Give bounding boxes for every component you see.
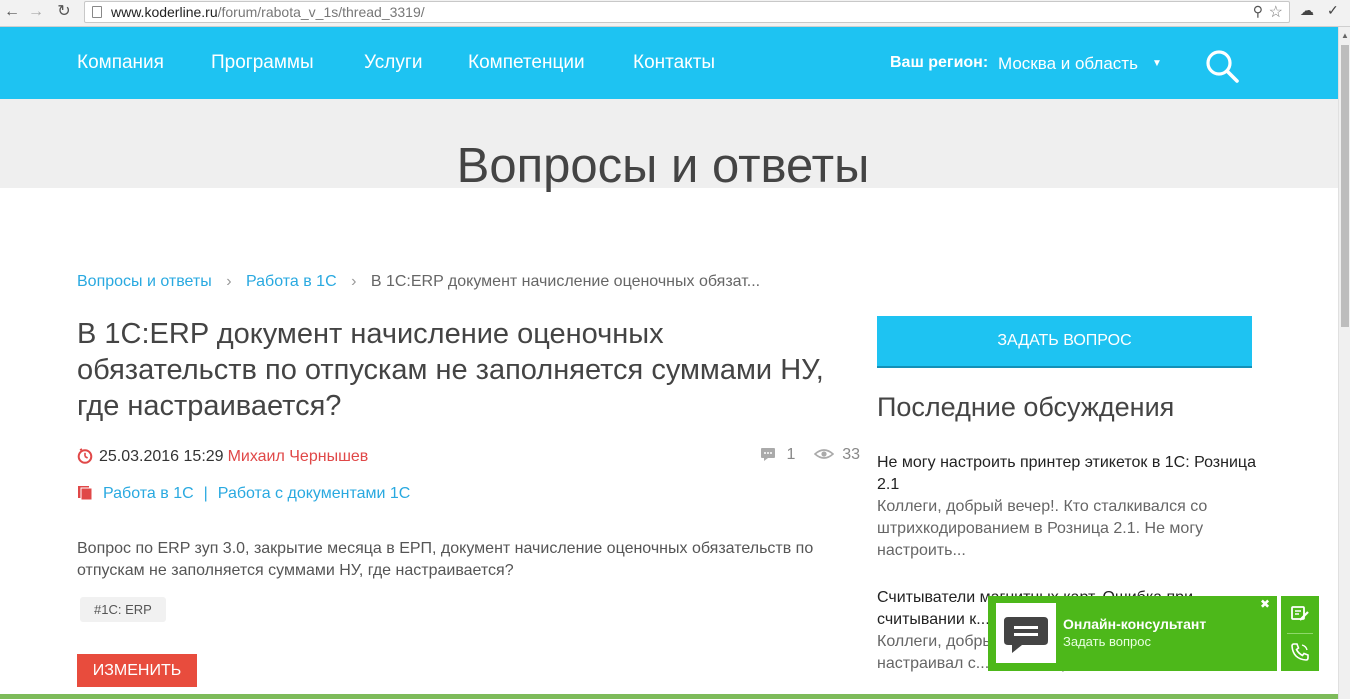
question-datetime: 25.03.2016 15:29 [99, 448, 224, 465]
page-bottom-strip [0, 694, 1338, 699]
category-link-work-1c[interactable]: Работа в 1С [103, 485, 194, 502]
page-hero: Вопросы и ответы [0, 99, 1338, 193]
write-message-icon[interactable] [1290, 604, 1310, 624]
list-item: Не могу настроить принтер этикеток в 1С:… [877, 452, 1257, 562]
top-navigation: Компания Программы Услуги Компетенции Ко… [0, 27, 1338, 99]
category-link-documents-1c[interactable]: Работа с документами 1С [218, 485, 411, 502]
question-meta: 25.03.2016 15:29 Михаил Чернышев [77, 448, 368, 466]
question-title: В 1С:ERP документ начисление оценочных о… [77, 318, 824, 422]
search-icon[interactable] [1205, 49, 1239, 83]
checkmark-icon[interactable]: ✓ [1327, 2, 1339, 19]
scroll-up-icon[interactable]: ▲ [1341, 31, 1349, 40]
scroll-thumb[interactable] [1341, 45, 1349, 327]
page-scrollbar[interactable]: ▲ [1338, 27, 1350, 699]
panel-divider [1287, 633, 1313, 634]
bookmark-star-icon[interactable]: ☆ [1269, 2, 1283, 22]
tag-chip[interactable]: #1С: ERP [80, 597, 166, 622]
page-title: Вопросы и ответы [456, 138, 870, 193]
forward-icon[interactable]: → [26, 2, 46, 22]
recent-discussions-title: Последние обсуждения [877, 392, 1175, 422]
region-selector[interactable]: Москва и область [998, 54, 1138, 74]
page-icon [92, 6, 102, 18]
zoom-icon[interactable]: ⚲ [1253, 3, 1263, 20]
caret-down-icon[interactable]: ▼ [1152, 58, 1162, 69]
back-icon[interactable]: ← [2, 2, 22, 22]
breadcrumb: Вопросы и ответы › Работа в 1С › В 1С:ER… [77, 273, 760, 291]
chevron-right-icon: › [226, 273, 232, 290]
chevron-right-icon: › [351, 273, 357, 290]
discussion-title[interactable]: Не могу настроить принтер этикеток в 1С:… [877, 452, 1257, 496]
category-separator: | [203, 485, 208, 502]
clock-icon [77, 448, 93, 464]
question-categories: Работа в 1С | Работа с документами 1С [77, 485, 410, 503]
question-author[interactable]: Михаил Чернышев [228, 448, 369, 465]
eye-icon [813, 449, 835, 459]
consultant-side-panel [1281, 596, 1319, 671]
browser-toolbar: ← → ↻ www.koderline.ru/forum/rabota_v_1s… [0, 0, 1350, 27]
reload-icon[interactable]: ↻ [54, 2, 74, 22]
close-icon[interactable]: ✖ [1260, 597, 1270, 611]
nav-item-company[interactable]: Компания [77, 52, 164, 74]
ask-question-button[interactable]: ЗАДАТЬ ВОПРОС [877, 316, 1252, 366]
comment-icon [761, 448, 775, 461]
region-label: Ваш регион: [890, 54, 989, 71]
breadcrumb-current: В 1С:ERP документ начисление оценочных о… [370, 273, 761, 290]
consultant-avatar [996, 603, 1056, 663]
question-body: Вопрос по ERP зуп 3.0, закрытие месяца в… [77, 540, 814, 579]
consultant-subtitle[interactable]: Задать вопрос [1063, 634, 1151, 649]
chat-bubble-icon [1004, 617, 1048, 653]
discussion-excerpt: Коллеги, добрый вечер!. Кто сталкивался … [877, 498, 1208, 559]
nav-item-competencies[interactable]: Компетенции [468, 52, 585, 74]
question-counters: 1 33 [760, 446, 860, 464]
url-text: www.koderline.ru/forum/rabota_v_1s/threa… [111, 4, 425, 20]
phone-icon[interactable] [1290, 642, 1310, 662]
breadcrumb-link-qa[interactable]: Вопросы и ответы [77, 273, 212, 290]
bookmark-icon [78, 486, 93, 501]
nav-item-services[interactable]: Услуги [364, 52, 422, 74]
extension-icon[interactable]: ☁ [1300, 2, 1314, 19]
breadcrumb-link-work-1c[interactable]: Работа в 1С [246, 273, 337, 290]
views-count: 33 [842, 446, 861, 463]
nav-item-programs[interactable]: Программы [211, 52, 314, 74]
consultant-title: Онлайн-консультант [1063, 616, 1207, 632]
edit-button[interactable]: Изменить [77, 654, 197, 687]
online-consultant-widget[interactable]: Онлайн-консультант Задать вопрос ✖ [988, 596, 1277, 671]
nav-item-contacts[interactable]: Контакты [633, 52, 715, 74]
comments-count: 1 [786, 446, 796, 463]
address-bar[interactable]: www.koderline.ru/forum/rabota_v_1s/threa… [84, 1, 1290, 23]
